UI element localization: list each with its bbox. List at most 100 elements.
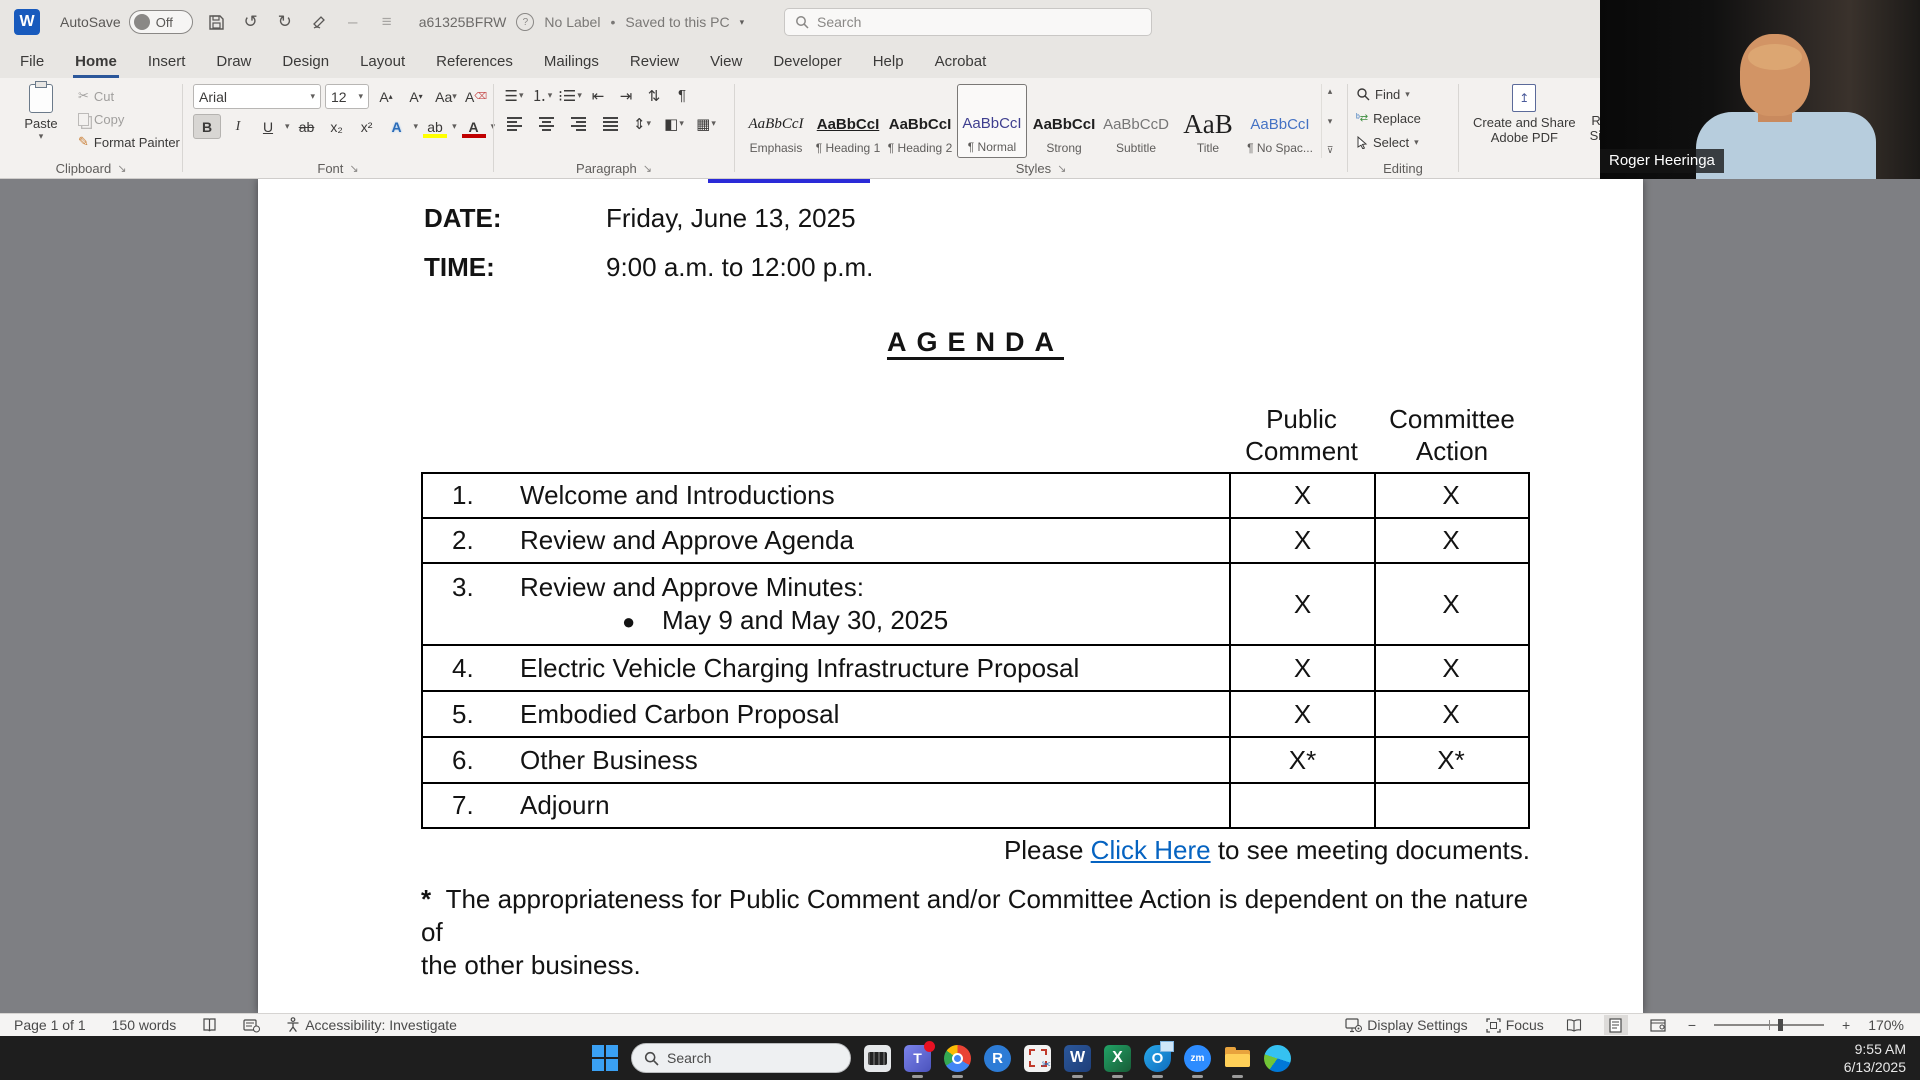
page-indicator[interactable]: Page 1 of 1 [14,1017,86,1033]
paragraph-dialog-launcher-icon[interactable]: ↘ [643,162,652,175]
proofing-errors-icon[interactable] [202,1017,217,1033]
font-color-button[interactable]: A [461,115,487,138]
tab-view[interactable]: View [708,49,744,74]
clear-formatting-button[interactable]: A⌫ [463,85,489,108]
table-row[interactable]: 6.Other Business X* X* [423,736,1528,782]
web-layout-button[interactable] [1646,1015,1670,1035]
tab-help[interactable]: Help [871,49,906,74]
redo-icon[interactable]: ↻ [275,12,295,32]
change-case-button[interactable]: Aa▾ [433,85,459,108]
borders-button[interactable]: ▦▾ [694,112,718,135]
titlebar-search-box[interactable]: Search [784,8,1152,36]
system-clock[interactable]: 9:55 AM 6/13/2025 [1844,1040,1906,1076]
zoom-slider-thumb[interactable] [1778,1019,1783,1031]
style-no-spacing[interactable]: AaBbCcI ¶ No Spac... [1245,84,1315,158]
excel-icon[interactable]: X [1104,1045,1131,1072]
table-row[interactable]: 3.Review and Approve Minutes: ●May 9 and… [423,562,1528,644]
superscript-button[interactable]: x² [354,115,380,138]
tab-file[interactable]: File [18,49,46,74]
style-subtitle[interactable]: AaBbCcD Subtitle [1101,84,1171,158]
word-count[interactable]: 150 words [112,1017,177,1033]
word-icon[interactable]: W [1064,1045,1091,1072]
table-row[interactable]: 1.Welcome and Introductions X X [423,474,1528,517]
align-center-button[interactable] [534,112,558,135]
paste-button[interactable]: Paste ▾ [12,84,70,158]
replace-button[interactable]: ᵇ⇄ Replace [1356,108,1421,128]
teams-icon[interactable]: T [904,1045,931,1072]
zoom-out-button[interactable]: − [1688,1017,1696,1033]
underline-chevron-icon[interactable]: ▾ [285,121,290,132]
shading-button[interactable]: ◧▾ [662,112,686,135]
print-layout-button[interactable] [1604,1015,1628,1035]
snipping-tool-icon[interactable]: ✂ [1024,1045,1051,1072]
align-left-button[interactable] [502,112,526,135]
bold-button[interactable]: B [193,114,221,139]
multilevel-list-button[interactable]: ⁝☰▾ [558,84,582,107]
highlight-chevron-icon[interactable]: ▾ [452,121,457,132]
sort-button[interactable]: ⇅ [642,84,666,107]
create-share-pdf-button[interactable]: ↥ Create and Share Adobe PDF [1473,84,1576,158]
styles-dialog-launcher-icon[interactable]: ↘ [1057,162,1066,175]
highlight-button[interactable]: ab [422,115,448,138]
style-emphasis[interactable]: AaBbCcI Emphasis [741,84,811,158]
document-canvas[interactable]: DATE: Friday, June 13, 2025 TIME: 9:00 a… [0,179,1920,1013]
focus-button[interactable]: Focus [1486,1017,1544,1033]
font-size-combo[interactable]: 12▾ [325,84,369,109]
autosave-toggle[interactable]: AutoSave Off [60,10,193,34]
format-painter-button[interactable]: ✎ Format Painter [78,132,180,152]
align-right-button[interactable] [566,112,590,135]
customize-qat-icon[interactable]: ≡ [377,12,397,32]
tab-review[interactable]: Review [628,49,681,74]
agenda-table[interactable]: 1.Welcome and Introductions X X 2.Review… [421,472,1530,829]
app-r-icon[interactable]: R [984,1045,1011,1072]
style-title[interactable]: AaB Title [1173,84,1243,158]
tab-design[interactable]: Design [280,49,331,74]
tab-acrobat[interactable]: Acrobat [933,49,989,74]
style-heading2[interactable]: AaBbCcI ¶ Heading 2 [885,84,955,158]
style-heading1[interactable]: AaBbCcI ¶ Heading 1 [813,84,883,158]
taskbar-search-box[interactable]: Search [631,1043,851,1073]
tab-insert[interactable]: Insert [146,49,188,74]
show-formatting-marks-button[interactable]: ¶ [670,84,694,107]
save-icon[interactable] [207,12,227,32]
numbering-button[interactable]: ⒈▾ [530,84,554,107]
decrease-indent-button[interactable]: ⇤ [586,84,610,107]
video-call-participant-tile[interactable]: Roger Heeringa [1600,0,1920,179]
subscript-button[interactable]: x₂ [324,115,350,138]
table-row[interactable]: 4.Electric Vehicle Charging Infrastructu… [423,644,1528,690]
select-button[interactable]: Select▾ [1356,132,1421,152]
zoom-in-button[interactable]: + [1842,1017,1850,1033]
display-settings-button[interactable]: Display Settings [1345,1017,1467,1033]
clipboard-dialog-launcher-icon[interactable]: ↘ [117,162,126,175]
table-row[interactable]: 5.Embodied Carbon Proposal X X [423,690,1528,736]
shrink-font-button[interactable]: A▾ [403,85,429,108]
zoom-app-icon[interactable]: zm [1184,1045,1211,1072]
text-effects-button[interactable]: A [384,115,410,138]
increase-indent-button[interactable]: ⇥ [614,84,638,107]
grow-font-button[interactable]: A▴ [373,85,399,108]
font-dialog-launcher-icon[interactable]: ↘ [349,162,358,175]
autosave-switch[interactable]: Off [129,10,193,34]
justify-button[interactable] [598,112,622,135]
line-spacing-button[interactable]: ⇕▾ [630,112,654,135]
style-normal[interactable]: AaBbCcI ¶ Normal [957,84,1027,158]
zoom-percentage[interactable]: 170% [1868,1017,1904,1033]
chrome-icon[interactable] [944,1045,971,1072]
tab-developer[interactable]: Developer [771,49,843,74]
accessibility-checker[interactable]: Accessibility: Investigate [286,1017,457,1033]
read-mode-button[interactable] [1562,1015,1586,1035]
ink-pen-icon[interactable] [309,12,329,32]
tab-mailings[interactable]: Mailings [542,49,601,74]
start-button[interactable] [592,1045,618,1071]
file-explorer-icon[interactable] [1224,1045,1251,1072]
tab-home[interactable]: Home [73,49,119,74]
sensitivity-label[interactable]: No Label [544,14,600,30]
text-predictions-icon[interactable] [243,1018,260,1033]
undo-icon[interactable]: ↺ [241,12,261,32]
outlook-icon[interactable]: O [1144,1045,1171,1072]
tab-layout[interactable]: Layout [358,49,407,74]
zoom-slider[interactable] [1714,1024,1824,1026]
table-row[interactable]: 2.Review and Approve Agenda X X [423,517,1528,562]
find-button[interactable]: Find▾ [1356,84,1421,104]
styles-scroll-up-icon[interactable]: ▴ [1328,86,1333,97]
